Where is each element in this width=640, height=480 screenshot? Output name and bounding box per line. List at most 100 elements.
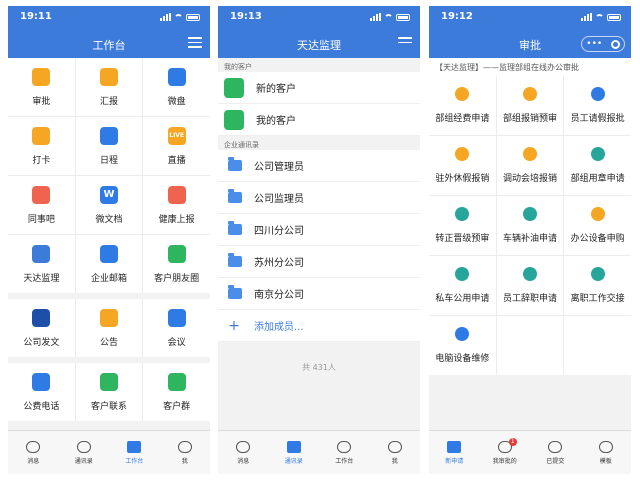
app-tile[interactable]: 私车公用申请 — [429, 256, 496, 315]
app-tile[interactable]: 员工辞职申请 — [496, 256, 564, 315]
customer-row[interactable]: 我的客户 — [218, 104, 420, 136]
app-tile[interactable]: 打卡 — [8, 117, 75, 175]
app-label: 部组经费申请 — [435, 114, 490, 124]
app-tile[interactable]: W 微文档 — [75, 176, 143, 234]
app-label: 客户朋友圈 — [154, 273, 200, 284]
app-label: 部组用章申请 — [570, 174, 625, 184]
close-icon[interactable] — [610, 39, 620, 49]
contacts-screen: 19:13 天达监理 我的客户 新的客户 我的客户 企业通讯录 公司管理员 公司监理… — [218, 6, 420, 474]
app-label: 同事吧 — [27, 214, 55, 225]
app-label: 微盘 — [167, 96, 186, 107]
app-tile[interactable]: 企业邮箱 — [75, 235, 143, 293]
app-label: 汇报 — [99, 96, 118, 107]
wifi-icon — [174, 13, 183, 21]
app-tile[interactable]: 日程 — [75, 117, 143, 175]
app-label: 日程 — [99, 155, 118, 166]
tab-label: 消息 — [27, 457, 40, 465]
top-bar: 19:13 天达监理 — [218, 6, 420, 58]
tab-icon — [337, 440, 352, 453]
app-tile[interactable]: 公费电话 — [8, 363, 75, 421]
app-tile[interactable]: 公告 — [75, 299, 143, 357]
more-icon[interactable]: ••• — [586, 39, 602, 49]
add-member-button[interactable]: + 添加成员... — [218, 310, 420, 342]
app-tile[interactable]: 调动会培报销 — [496, 136, 564, 195]
tab-item[interactable]: 通讯录 — [269, 431, 320, 474]
tab-item[interactable]: 我 — [160, 431, 211, 474]
tab-icon — [286, 440, 301, 453]
wifi-icon — [595, 13, 604, 21]
status-time: 19:11 — [20, 11, 52, 22]
app-tile[interactable]: 员工请假报批 — [564, 76, 631, 135]
app-tile[interactable]: 客户联系 — [75, 363, 143, 421]
app-tile[interactable]: 微盘 — [143, 58, 210, 116]
tab-item[interactable]: 1 我审批的 — [480, 431, 531, 474]
section-my-customers: 我的客户 — [224, 63, 252, 71]
app-tile[interactable]: LIVE 直播 — [143, 117, 210, 175]
tab-icon — [76, 440, 91, 453]
department-row[interactable]: 公司监理员 — [218, 182, 420, 214]
app-tile[interactable]: 离职工作交接 — [564, 256, 631, 315]
tab-item[interactable]: 消息 — [8, 431, 59, 474]
app-tile[interactable]: 天达监理 — [8, 235, 75, 293]
tab-item[interactable]: 消息 — [218, 431, 269, 474]
department-row[interactable]: 公司管理员 — [218, 150, 420, 182]
miniprogram-capsule[interactable]: ••• — [581, 36, 625, 52]
app-tile[interactable]: 汇报 — [75, 58, 143, 116]
folder-icon — [228, 285, 242, 299]
app-label: 电脑设备维修 — [435, 354, 490, 364]
switch-icon[interactable] — [398, 37, 412, 49]
page-title: 天达监理 — [297, 39, 341, 52]
empty-cell — [496, 316, 564, 375]
app-tile[interactable]: 车辆补油申请 — [496, 196, 564, 255]
app-tile[interactable]: 同事吧 — [8, 176, 75, 234]
moments-icon — [167, 244, 186, 263]
add-member-label: 添加成员... — [254, 322, 304, 333]
form-icon — [590, 267, 605, 281]
app-tile[interactable]: 客户朋友圈 — [143, 235, 210, 293]
tab-item[interactable]: 通讯录 — [59, 431, 110, 474]
app-label: 私车公用申请 — [435, 294, 490, 304]
app-tile[interactable]: 公司发文 — [8, 299, 75, 357]
app-label: 审批 — [32, 96, 51, 107]
app-tile[interactable]: 驻外休假报销 — [429, 136, 496, 195]
tab-item[interactable]: 模板 — [581, 431, 632, 474]
tab-item[interactable]: 我 — [370, 431, 421, 474]
empty-cell — [564, 316, 631, 375]
folder-icon — [228, 253, 242, 267]
status-bar: 19:12 — [441, 11, 621, 25]
app-label: 健康上报 — [158, 214, 195, 225]
form-icon — [522, 207, 537, 221]
plus-icon: + — [228, 317, 240, 334]
tab-icon — [598, 440, 613, 453]
app-tile[interactable]: 部组经费申请 — [429, 76, 496, 135]
wifi-icon — [384, 13, 393, 21]
form-icon — [522, 87, 537, 101]
app-tile[interactable]: 转正晋级预审 — [429, 196, 496, 255]
app-tile[interactable]: 部组用章申请 — [564, 136, 631, 195]
status-bar: 19:11 — [20, 11, 200, 25]
tab-item[interactable]: 已提交 — [530, 431, 581, 474]
report-icon — [99, 67, 118, 86]
department-row[interactable]: 苏州分公司 — [218, 246, 420, 278]
app-tile[interactable]: 办公设备申购 — [564, 196, 631, 255]
approval-banner: 【天达监理】——监理部组在线办公审批 — [429, 58, 631, 76]
customer-row[interactable]: 新的客户 — [218, 72, 420, 104]
app-tile[interactable]: 部组报销预审 — [496, 76, 564, 135]
tab-item[interactable]: 工作台 — [319, 431, 370, 474]
status-time: 19:13 — [230, 11, 262, 22]
tab-item[interactable]: 新申请 — [429, 431, 480, 474]
app-tile[interactable]: 客户群 — [143, 363, 210, 421]
filter-settings-icon[interactable] — [188, 37, 202, 49]
app-tile[interactable]: 电脑设备维修 — [429, 316, 496, 375]
tab-label: 通讯录 — [284, 457, 303, 465]
app-tile[interactable]: 审批 — [8, 58, 75, 116]
page-title: 工作台 — [92, 39, 126, 52]
department-row[interactable]: 四川分公司 — [218, 214, 420, 246]
signal-icon — [581, 13, 592, 21]
department-row[interactable]: 南京分公司 — [218, 278, 420, 310]
mail-icon — [99, 244, 118, 263]
app-tile[interactable]: 健康上报 — [143, 176, 210, 234]
app-tile[interactable]: 会议 — [143, 299, 210, 357]
tab-item[interactable]: 工作台 — [109, 431, 160, 474]
app-label: 公司发文 — [23, 337, 60, 348]
